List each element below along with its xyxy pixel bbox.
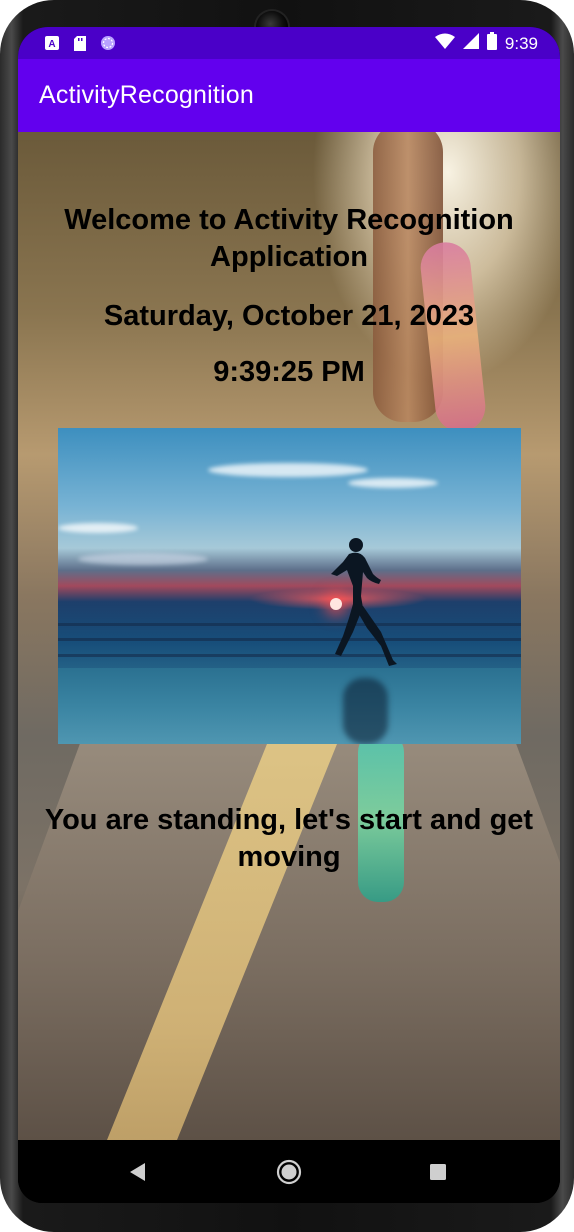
app-bar: ActivityRecognition — [18, 59, 560, 132]
status-time: 9:39 — [504, 33, 538, 53]
current-date: Saturday, October 21, 2023 — [103, 300, 475, 332]
back-icon[interactable] — [124, 1158, 152, 1186]
home-icon[interactable] — [275, 1158, 303, 1186]
device-frame: A 9:39 ActivityRecognition Welcome to Ac… — [0, 0, 574, 1232]
signal-icon — [462, 33, 479, 54]
screen: A 9:39 ActivityRecognition Welcome to Ac… — [18, 27, 560, 1203]
status-left-icons: A — [44, 35, 116, 51]
app-title: ActivityRecognition — [39, 81, 255, 109]
activity-image — [58, 428, 521, 744]
navigation-bar — [18, 1140, 560, 1203]
cloud — [58, 523, 138, 533]
svg-text:A: A — [48, 39, 55, 50]
accessibility-icon: A — [44, 35, 60, 51]
runner-reflection — [343, 678, 388, 744]
status-right-icons: 9:39 — [434, 32, 538, 55]
runner-silhouette — [331, 538, 397, 666]
welcome-heading: Welcome to Activity Recognition Applicat… — [64, 204, 514, 273]
cloud — [208, 463, 368, 477]
wave — [58, 623, 521, 626]
recents-icon[interactable] — [424, 1158, 452, 1186]
wave — [58, 654, 521, 657]
wave — [58, 638, 521, 641]
current-time: 9:39:25 PM — [213, 356, 365, 388]
cloud — [78, 553, 208, 565]
cloud — [348, 478, 438, 488]
status-bar: A 9:39 — [18, 27, 560, 59]
wet-sand — [58, 668, 521, 744]
wifi-icon — [434, 33, 455, 54]
sd-card-icon — [72, 35, 88, 51]
loading-circle-icon — [100, 35, 116, 51]
battery-icon — [486, 32, 497, 55]
activity-status-message: You are standing, let's start and get mo… — [44, 804, 534, 873]
main-content: Welcome to Activity Recognition Applicat… — [18, 132, 560, 1140]
